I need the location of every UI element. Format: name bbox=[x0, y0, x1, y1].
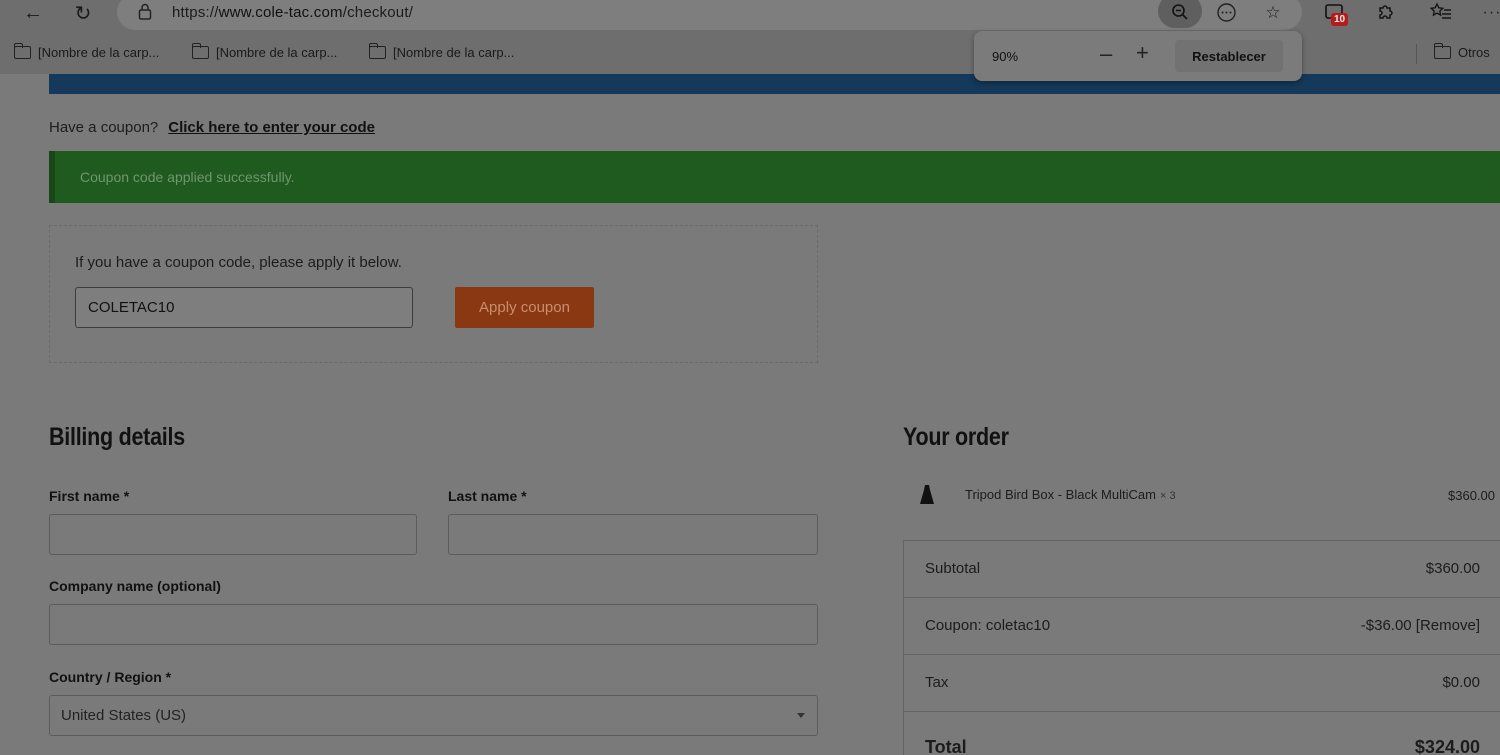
dropdown-arrow-icon bbox=[797, 713, 805, 718]
bookmark-folder-1[interactable]: [Nombre de la carp... bbox=[13, 43, 159, 60]
order-title: Your order bbox=[903, 423, 1009, 451]
total-row: Total $324.00 bbox=[925, 737, 1480, 755]
country-label: Country / Region * bbox=[49, 669, 172, 685]
bookmarks-divider bbox=[1416, 44, 1417, 64]
coupon-prompt: Have a coupon? Click here to enter your c… bbox=[49, 119, 375, 136]
zoom-in-button[interactable]: + bbox=[1136, 42, 1149, 64]
order-item-price: $360.00 bbox=[1448, 488, 1495, 503]
success-message: Coupon code applied successfully. bbox=[80, 169, 295, 185]
folder-icon bbox=[368, 43, 386, 59]
company-field[interactable] bbox=[49, 604, 818, 645]
folder-icon bbox=[191, 43, 209, 59]
coupon-hint: If you have a coupon code, please apply … bbox=[75, 254, 402, 271]
extensions-icon[interactable] bbox=[1376, 2, 1396, 22]
folder-icon bbox=[1433, 43, 1451, 59]
first-name-field[interactable] bbox=[49, 514, 417, 555]
coupon-row: Coupon: coletac10 -$36.00 [Remove] bbox=[904, 598, 1500, 655]
order-item-name: Tripod Bird Box - Black MultiCam × 3 bbox=[965, 487, 1176, 502]
country-select[interactable]: United States (US) bbox=[49, 695, 818, 736]
url-text[interactable]: https://www.cole-tac.com/checkout/ bbox=[172, 4, 413, 21]
billing-title: Billing details bbox=[49, 423, 185, 451]
remove-coupon-link[interactable]: -$36.00 [Remove] bbox=[1361, 617, 1480, 634]
notification-badge: 10 bbox=[1331, 13, 1349, 26]
zoom-out-icon[interactable] bbox=[1171, 3, 1189, 21]
browser-toolbar: ← ↻ https://www.cole-tac.com/checkout/ ☆… bbox=[0, 0, 1500, 33]
tax-row: Tax $0.00 bbox=[904, 655, 1500, 712]
lock-icon[interactable] bbox=[138, 3, 152, 20]
other-bookmarks[interactable]: Otros bbox=[1433, 43, 1490, 60]
country-selected-value: United States (US) bbox=[61, 707, 187, 724]
subtotal-row: Subtotal $360.00 bbox=[904, 541, 1500, 598]
order-totals-table: Subtotal $360.00 Coupon: coletac10 -$36.… bbox=[903, 540, 1500, 755]
zoom-reset-button[interactable]: Restablecer bbox=[1175, 40, 1283, 72]
zoom-out-button[interactable]: – bbox=[1100, 43, 1112, 65]
favorites-list-icon[interactable] bbox=[1430, 2, 1452, 22]
folder-icon bbox=[13, 43, 31, 59]
order-item-quantity: × 3 bbox=[1159, 490, 1176, 502]
apply-coupon-button[interactable]: Apply coupon bbox=[455, 287, 594, 328]
first-name-label: First name * bbox=[49, 488, 130, 504]
coupon-code-input[interactable]: COLETAC10 bbox=[75, 287, 413, 328]
bookmark-folder-3[interactable]: [Nombre de la carp... bbox=[368, 43, 514, 60]
coupon-toggle-link[interactable]: Click here to enter your code bbox=[168, 119, 375, 136]
coupon-success-notice: Coupon code applied successfully. bbox=[49, 151, 1500, 203]
zoom-popup: 90% – + Restablecer bbox=[974, 31, 1302, 81]
bookmark-folder-2[interactable]: [Nombre de la carp... bbox=[191, 43, 337, 60]
favorite-star-icon[interactable]: ☆ bbox=[1261, 2, 1285, 24]
last-name-label: Last name * bbox=[448, 488, 527, 504]
product-thumbnail bbox=[920, 485, 934, 504]
back-icon[interactable]: ← bbox=[17, 0, 49, 26]
refresh-icon[interactable]: ↻ bbox=[67, 0, 99, 26]
coupon-form: If you have a coupon code, please apply … bbox=[49, 225, 818, 363]
zoom-level: 90% bbox=[992, 49, 1019, 64]
company-label: Company name (optional) bbox=[49, 578, 221, 594]
page-actions-icon[interactable] bbox=[1216, 2, 1237, 23]
more-options-icon[interactable]: ··· bbox=[1480, 2, 1500, 24]
last-name-field[interactable] bbox=[448, 514, 818, 555]
